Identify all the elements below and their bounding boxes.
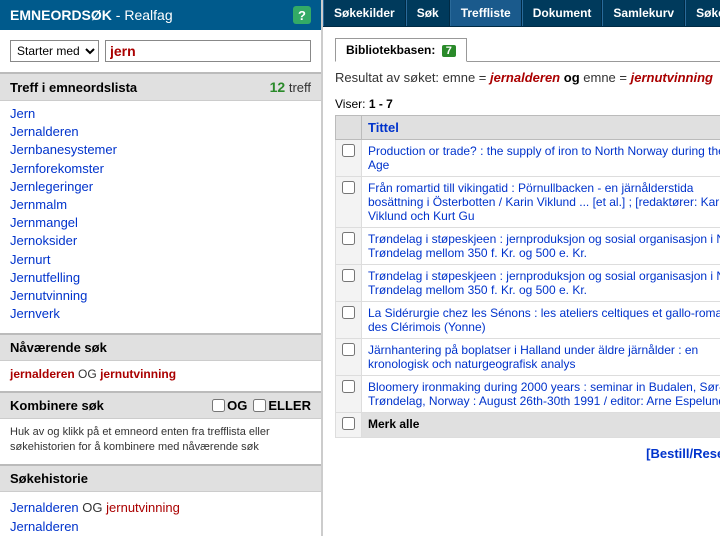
reserve-link[interactable]: [Bestill/Reserver] xyxy=(646,446,720,461)
result-kw2: jernutvinning xyxy=(631,70,713,85)
table-row: Bloomery ironmaking during 2000 years : … xyxy=(336,376,720,413)
combine-og-checkbox[interactable] xyxy=(212,399,225,412)
result-link[interactable]: La Sidérurgie chez les Sénons : les atel… xyxy=(368,306,720,334)
result-link[interactable]: Trøndelag i støpeskjeen : jernproduksjon… xyxy=(368,232,720,260)
term-link[interactable]: Jernforekomster xyxy=(10,160,311,178)
search-row: Starter med xyxy=(0,30,321,74)
left-title: EMNEORDSØK xyxy=(10,7,112,23)
combine-eller-label[interactable]: ELLER xyxy=(253,398,311,413)
row-checkbox[interactable] xyxy=(342,232,355,245)
combine-og-label[interactable]: OG xyxy=(212,398,247,413)
current-search-header: Nåværende søk xyxy=(0,335,321,361)
table-row: Production or trade? : the supply of iro… xyxy=(336,140,720,177)
nav-tab-samlekurv[interactable]: Samlekurv xyxy=(602,0,685,26)
right-panel: SøkekilderSøkTrefflisteDokumentSamlekurv… xyxy=(323,0,720,536)
nav-tab-treffliste[interactable]: Treffliste xyxy=(450,0,522,26)
row-checkbox[interactable] xyxy=(342,181,355,194)
hits-header: Treff i emneordslista 12 treff xyxy=(0,74,321,101)
result-link[interactable]: Från romartid till vikingatid : Pörnullb… xyxy=(368,181,720,223)
results-table: Tittel Production or trade? : the supply… xyxy=(335,115,720,438)
col-title[interactable]: Tittel xyxy=(362,116,720,140)
term-link[interactable]: Jernbanesystemer xyxy=(10,141,311,159)
term-link[interactable]: Jernmalm xyxy=(10,196,311,214)
table-row: Järnhantering på boplatser i Halland und… xyxy=(336,339,720,376)
current-term-2: jernutvinning xyxy=(100,367,176,381)
result-link[interactable]: Production or trade? : the supply of iro… xyxy=(368,144,720,172)
viser-line: Viser: 1 - 7 xyxy=(335,97,720,111)
term-link[interactable]: Jernutvinning xyxy=(10,287,311,305)
merk-alle-checkbox[interactable] xyxy=(342,417,355,430)
term-link[interactable]: Jernlegeringer xyxy=(10,178,311,196)
current-op: OG xyxy=(78,367,97,381)
result-link[interactable]: Bloomery ironmaking during 2000 years : … xyxy=(368,380,720,408)
help-icon[interactable]: ? xyxy=(293,6,311,24)
db-label: Bibliotekbasen: xyxy=(346,43,435,57)
content-area: Bibliotekbasen: 7 Resultat av søket: emn… xyxy=(323,27,720,536)
nav-tabs: SøkekilderSøkTrefflisteDokumentSamlekurv… xyxy=(323,0,720,27)
hits-label: treff xyxy=(289,80,311,95)
search-input[interactable] xyxy=(105,40,311,62)
table-row: Från romartid till vikingatid : Pörnullb… xyxy=(336,177,720,228)
merk-alle-label: Merk alle xyxy=(362,413,720,438)
term-link[interactable]: Jernalderen xyxy=(10,123,311,141)
nav-tab-søkehistor[interactable]: Søkehistor xyxy=(685,0,720,26)
result-link[interactable]: Järnhantering på boplatser i Halland und… xyxy=(368,343,698,371)
nav-tab-søkekilder[interactable]: Søkekilder xyxy=(323,0,406,26)
combine-eller-checkbox[interactable] xyxy=(253,399,266,412)
term-list: JernJernalderenJernbanesystemerJernforek… xyxy=(0,101,321,333)
current-term-1: jernalderen xyxy=(10,367,75,381)
history-list: Jernalderen OG jernutvinningJernalderen xyxy=(0,492,321,547)
term-link[interactable]: Jernverk xyxy=(10,305,311,323)
row-checkbox[interactable] xyxy=(342,380,355,393)
db-count: 7 xyxy=(442,45,456,57)
row-checkbox[interactable] xyxy=(342,144,355,157)
result-conj: og xyxy=(564,70,580,85)
term-link[interactable]: Jernurt xyxy=(10,251,311,269)
history-header: Søkehistorie xyxy=(0,466,321,492)
left-panel: EMNEORDSØK - Realfag ? Starter med Treff… xyxy=(0,0,323,536)
left-subtitle: Realfag xyxy=(124,7,172,23)
row-checkbox[interactable] xyxy=(342,343,355,356)
combine-header: Kombinere søk OG ELLER xyxy=(0,393,321,419)
row-checkbox[interactable] xyxy=(342,306,355,319)
current-search: jernalderen OG jernutvinning xyxy=(0,361,321,391)
history-item[interactable]: Jernalderen OG jernutvinning xyxy=(10,498,311,518)
table-row: La Sidérurgie chez les Sénons : les atel… xyxy=(336,302,720,339)
search-mode-select[interactable]: Starter med xyxy=(10,40,99,62)
history-item[interactable]: Jernalderen xyxy=(10,517,311,537)
term-link[interactable]: Jernmangel xyxy=(10,214,311,232)
sort-title-link[interactable]: Tittel xyxy=(368,120,399,135)
term-link[interactable]: Jernutfelling xyxy=(10,269,311,287)
result-summary: Resultat av søket: emne = jernalderen og… xyxy=(335,70,720,85)
viser-range: 1 - 7 xyxy=(369,97,393,111)
db-tab-wrap: Bibliotekbasen: 7 xyxy=(335,37,720,62)
col-checkbox xyxy=(336,116,362,140)
result-link[interactable]: Trøndelag i støpeskjeen : jernproduksjon… xyxy=(368,269,720,297)
hits-title: Treff i emneordslista xyxy=(10,80,137,95)
row-checkbox[interactable] xyxy=(342,269,355,282)
table-row: Trøndelag i støpeskjeen : jernproduksjon… xyxy=(336,265,720,302)
db-tab[interactable]: Bibliotekbasen: 7 xyxy=(335,38,467,62)
result-kw1: jernalderen xyxy=(490,70,560,85)
nav-tab-dokument[interactable]: Dokument xyxy=(522,0,603,26)
term-link[interactable]: Jern xyxy=(10,105,311,123)
reserve-row: [Bestill/Reserver] xyxy=(335,438,720,469)
table-row: Trøndelag i støpeskjeen : jernproduksjon… xyxy=(336,228,720,265)
combine-note: Huk av og klikk på et emneord enten fra … xyxy=(0,419,321,464)
term-link[interactable]: Jernoksider xyxy=(10,232,311,250)
nav-tab-søk[interactable]: Søk xyxy=(406,0,450,26)
left-header: EMNEORDSØK - Realfag ? xyxy=(0,0,321,30)
hits-count: 12 xyxy=(270,79,286,95)
